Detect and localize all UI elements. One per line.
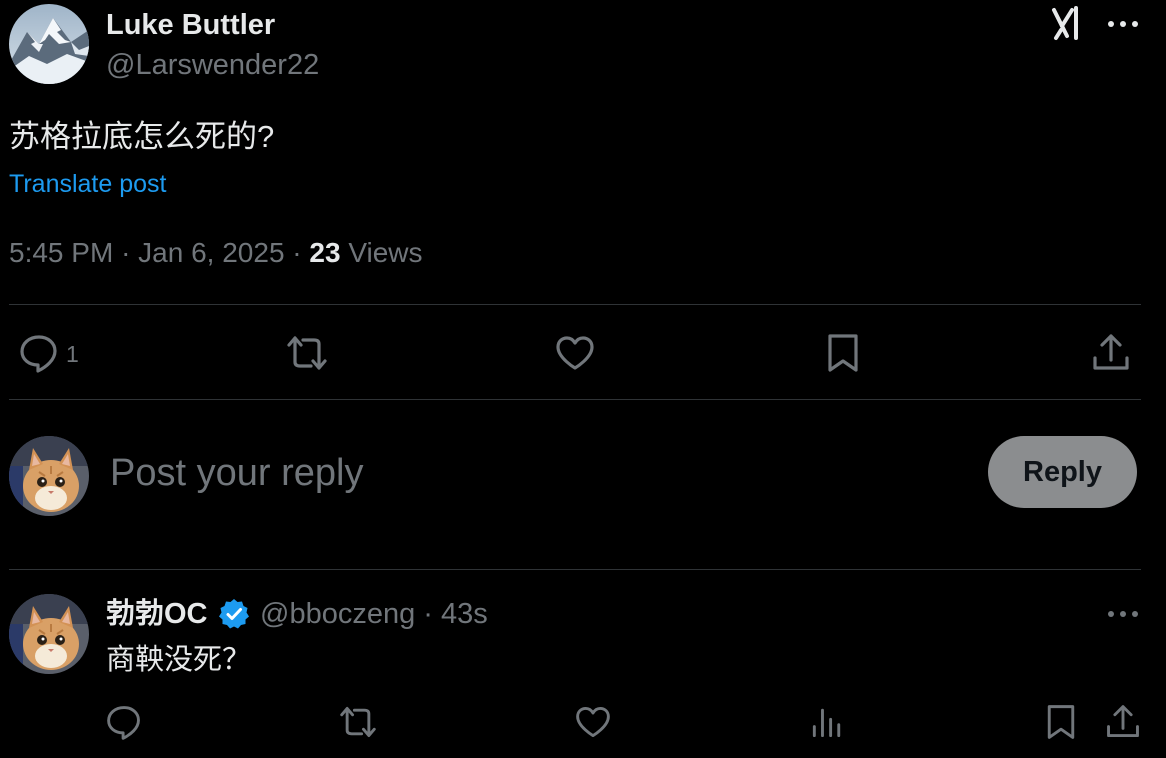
reply-time-ago[interactable]: 43s bbox=[441, 598, 488, 630]
meta-separator: · bbox=[423, 598, 433, 630]
post-text: 苏格拉底怎么死的? bbox=[9, 119, 275, 154]
analytics-bars-icon[interactable] bbox=[808, 703, 846, 741]
bookmark-icon[interactable] bbox=[822, 332, 864, 374]
divider bbox=[9, 399, 1141, 400]
translate-post-link[interactable]: Translate post bbox=[9, 168, 166, 200]
reply-count: 1 bbox=[66, 341, 79, 367]
grok-icon[interactable] bbox=[1050, 4, 1088, 42]
share-upload-icon[interactable] bbox=[1090, 332, 1132, 374]
current-user-avatar[interactable] bbox=[9, 436, 89, 516]
post-meta: 5:45 PM · Jan 6, 2025 · 23 Views bbox=[9, 234, 423, 272]
mountain-avatar-image bbox=[9, 4, 89, 84]
views-label: Views bbox=[348, 237, 423, 268]
author-name[interactable]: Luke Buttler bbox=[106, 7, 275, 43]
cat-avatar-image bbox=[9, 436, 89, 516]
reply-author-avatar[interactable] bbox=[9, 594, 89, 674]
heart-icon[interactable] bbox=[574, 703, 612, 741]
reply-input[interactable] bbox=[110, 448, 810, 498]
reply-author-meta: @bboczeng · 43s bbox=[260, 596, 488, 632]
views-count: 23 bbox=[309, 237, 341, 268]
author-handle[interactable]: @Larswender22 bbox=[106, 47, 319, 83]
share-upload-icon[interactable] bbox=[1104, 703, 1142, 741]
author-avatar[interactable] bbox=[9, 4, 89, 84]
post-time[interactable]: 5:45 PM bbox=[9, 237, 113, 268]
retweet-icon[interactable] bbox=[339, 703, 377, 741]
reply-author-handle[interactable]: @bboczeng bbox=[260, 598, 415, 630]
more-horizontal-icon[interactable] bbox=[1103, 600, 1143, 628]
reply-author-name[interactable]: 勃勃OC bbox=[106, 596, 208, 632]
verified-badge-icon bbox=[217, 597, 251, 631]
divider bbox=[9, 304, 1141, 305]
more-horizontal-icon[interactable] bbox=[1103, 10, 1143, 38]
bookmark-icon[interactable] bbox=[1042, 703, 1080, 741]
heart-icon[interactable] bbox=[554, 332, 596, 374]
meta-separator: · bbox=[121, 237, 131, 268]
reply-text: 商鞅没死？ bbox=[106, 644, 252, 676]
meta-separator: · bbox=[292, 237, 302, 268]
post-date[interactable]: Jan 6, 2025 bbox=[138, 237, 284, 268]
reply-bubble-icon[interactable] bbox=[18, 332, 60, 374]
cat-avatar-image bbox=[9, 594, 89, 674]
retweet-icon[interactable] bbox=[286, 332, 328, 374]
divider bbox=[9, 569, 1141, 570]
reply-button[interactable]: Reply bbox=[988, 436, 1137, 508]
reply-bubble-icon[interactable] bbox=[105, 703, 143, 741]
